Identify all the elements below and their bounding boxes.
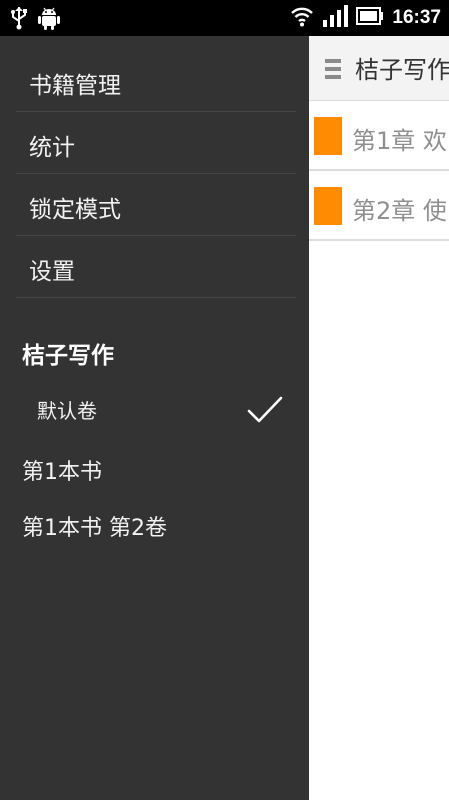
volume-item-default[interactable]: 默认卷 [0,388,309,430]
android-icon [38,6,60,34]
app-title: 桔子写作 [355,56,449,84]
menu-item-lock-mode[interactable]: 锁定模式 [16,174,296,236]
navigation-drawer: 书籍管理 统计 锁定模式 设置 桔子写作 默认卷 第1本书 第1本书 第2卷 [0,36,309,800]
menu-item-settings[interactable]: 设置 [16,236,296,298]
status-bar-left [10,6,60,34]
menu-item-label: 统计 [29,135,75,161]
menu-item-statistics[interactable]: 统计 [16,112,296,174]
menu-item-book-management[interactable]: 书籍管理 [16,50,296,112]
menu-item-label: 锁定模式 [29,197,121,223]
chapter-marker [314,117,342,155]
status-bar: 16:37 [0,0,449,36]
battery-icon [356,7,384,29]
wifi-icon [290,5,314,31]
chapter-title: 第1章 欢 [352,127,447,155]
volume-label: 默认卷 [37,399,97,423]
book-item-1[interactable]: 第1本书 [22,454,102,486]
signal-icon [322,5,349,31]
menu-item-label: 书籍管理 [29,73,121,99]
chapter-marker [314,187,342,225]
status-bar-right: 16:37 [290,4,441,32]
book-item-2[interactable]: 第1本书 第2卷 [22,510,167,542]
chapter-title: 第2章 使 [352,197,447,225]
book-section-title: 桔子写作 [22,343,114,369]
checkmark-icon [246,388,284,432]
hamburger-icon[interactable] [325,58,341,84]
status-time: 16:37 [392,7,441,28]
usb-icon [10,6,28,34]
menu-item-label: 设置 [29,259,75,285]
